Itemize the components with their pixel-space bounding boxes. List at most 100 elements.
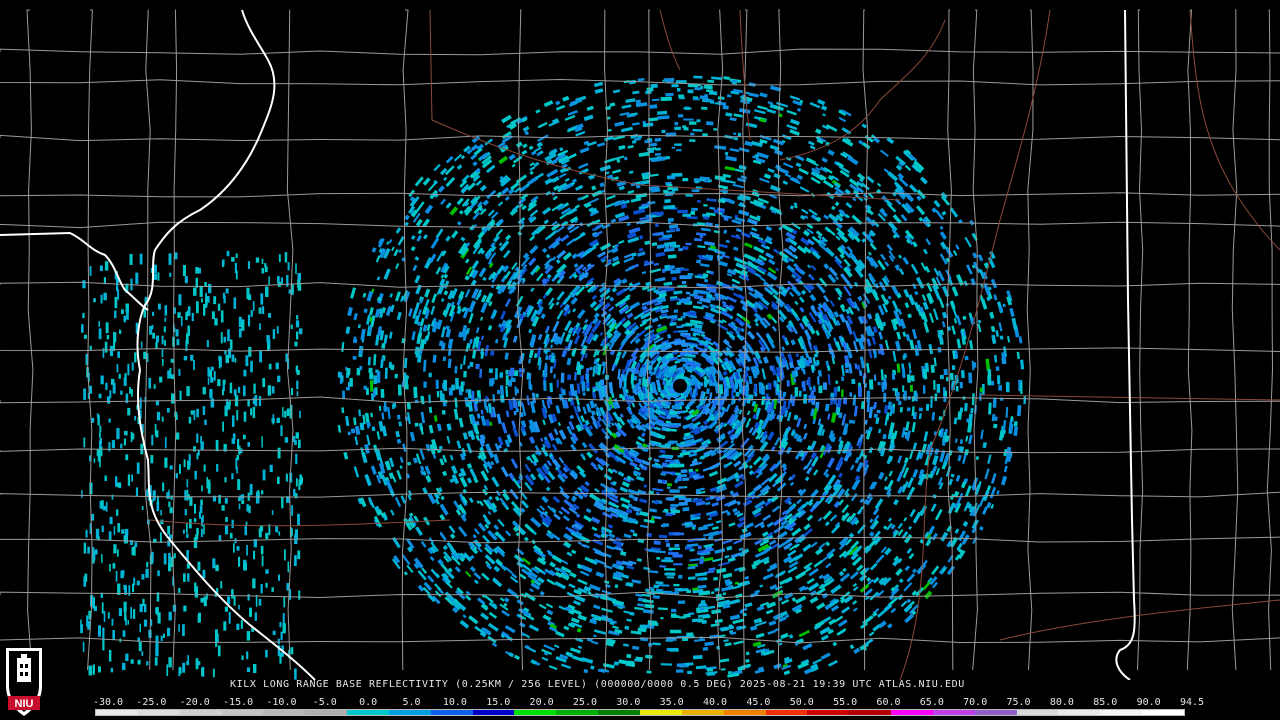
- echo-pixel: [420, 426, 424, 435]
- echo-pixel: [971, 519, 980, 530]
- echo-pixel: [999, 335, 1004, 340]
- echo-pixel: [620, 126, 633, 133]
- echo-pixel: [846, 155, 859, 166]
- echo-pixel: [521, 500, 529, 509]
- echo-pixel: [449, 454, 454, 461]
- echo-pixel: [737, 665, 745, 671]
- echo-pixel: [803, 523, 811, 531]
- echo-pixel: [709, 634, 719, 640]
- echo-pixel: [541, 247, 548, 254]
- echo-pixel: [762, 514, 772, 522]
- echo-pixel: [873, 401, 877, 409]
- echo-pixel: [733, 640, 744, 646]
- echo-pixel: [733, 136, 739, 141]
- echo-pixel: [984, 468, 990, 480]
- echo-pixel: [943, 368, 948, 376]
- echo-pixel: [899, 406, 903, 413]
- echo-pixel: [922, 368, 928, 380]
- echo-pixel: [908, 369, 912, 374]
- echo-pixel: [692, 655, 703, 660]
- echo-pixel: [678, 486, 684, 489]
- echo-pixel: [919, 505, 928, 517]
- echo-pixel: [868, 426, 873, 432]
- echo-pixel: [828, 659, 838, 667]
- echo-pixel: [723, 388, 728, 401]
- echo-pixel: [957, 454, 962, 462]
- echo-pixel: [686, 543, 699, 548]
- echo-pixel: [682, 177, 689, 182]
- echo-pixel: [375, 255, 381, 263]
- echo-pixel: [399, 456, 404, 463]
- echo-pixel: [649, 104, 658, 109]
- echo-pixel: [640, 179, 651, 185]
- echo-pixel: [516, 547, 525, 556]
- echo-pixel: [458, 417, 464, 428]
- echo-pixel: [738, 108, 751, 114]
- echo-pixel: [581, 381, 586, 392]
- echo-pixel: [689, 558, 702, 562]
- echo-pixel: [623, 156, 628, 161]
- echo-pixel: [980, 429, 984, 440]
- echo-pixel: [799, 322, 805, 330]
- echo-pixel: [424, 288, 431, 298]
- echo-pixel: [621, 104, 632, 109]
- echo-pixel: [742, 612, 748, 617]
- echo-pixel: [635, 593, 643, 597]
- echo-pixel: [623, 533, 632, 539]
- echo-pixel: [890, 607, 897, 614]
- echo-pixel: [560, 490, 570, 500]
- echo-pixel: [817, 517, 823, 522]
- echo-pixel: [347, 307, 353, 317]
- echo-pixel: [632, 532, 638, 537]
- echo-pixel: [731, 278, 741, 285]
- echo-pixel: [376, 371, 381, 383]
- echo-pixel: [414, 176, 424, 187]
- echo-pixel: [369, 372, 374, 380]
- echo-pixel: [991, 380, 995, 386]
- echo-pixel: [436, 423, 442, 432]
- echo-pixel: [529, 166, 536, 172]
- echo-pixel: [896, 331, 902, 340]
- echo-pixel: [636, 251, 646, 257]
- echo-pixel: [623, 610, 631, 614]
- echo-pixel: [830, 412, 837, 423]
- echo-pixel: [886, 244, 893, 252]
- echo-pixel: [562, 515, 570, 522]
- echo-pixel: [970, 277, 977, 286]
- echo-pixel: [841, 389, 844, 397]
- echo-pixel: [423, 234, 428, 240]
- echo-pixel: [888, 470, 893, 477]
- echo-pixel: [502, 249, 511, 259]
- echo-pixel: [887, 171, 899, 182]
- echo-pixel: [343, 451, 349, 460]
- echo-pixel: [425, 298, 430, 307]
- echo-pixel: [666, 380, 670, 386]
- echo-pixel: [954, 528, 960, 534]
- echo-pixel: [504, 566, 514, 574]
- echo-pixel: [494, 368, 498, 380]
- echo-pixel: [706, 667, 714, 672]
- echo-pixel: [480, 316, 484, 321]
- echo-pixel: [602, 365, 606, 375]
- echo-pixel: [487, 448, 495, 459]
- echo-pixel: [610, 422, 615, 427]
- echo-pixel: [488, 368, 493, 373]
- echo-pixel: [996, 490, 1000, 495]
- echo-pixel: [458, 290, 465, 300]
- echo-pixel: [552, 495, 561, 504]
- echo-pixel: [990, 278, 998, 289]
- echo-pixel: [575, 395, 580, 406]
- echo-pixel: [825, 541, 831, 547]
- echo-pixel: [833, 387, 838, 397]
- echo-pixel: [464, 258, 470, 264]
- echo-pixel: [462, 432, 468, 440]
- echo-pixel: [410, 246, 416, 252]
- echo-pixel: [571, 253, 578, 260]
- echo-pixel: [596, 142, 606, 148]
- echo-pixel: [726, 94, 732, 98]
- echo-pixel: [904, 565, 911, 572]
- echo-pixel: [394, 262, 400, 270]
- echo-pixel: [990, 504, 995, 510]
- echo-pixel: [555, 258, 561, 264]
- echo-pixel: [494, 495, 500, 502]
